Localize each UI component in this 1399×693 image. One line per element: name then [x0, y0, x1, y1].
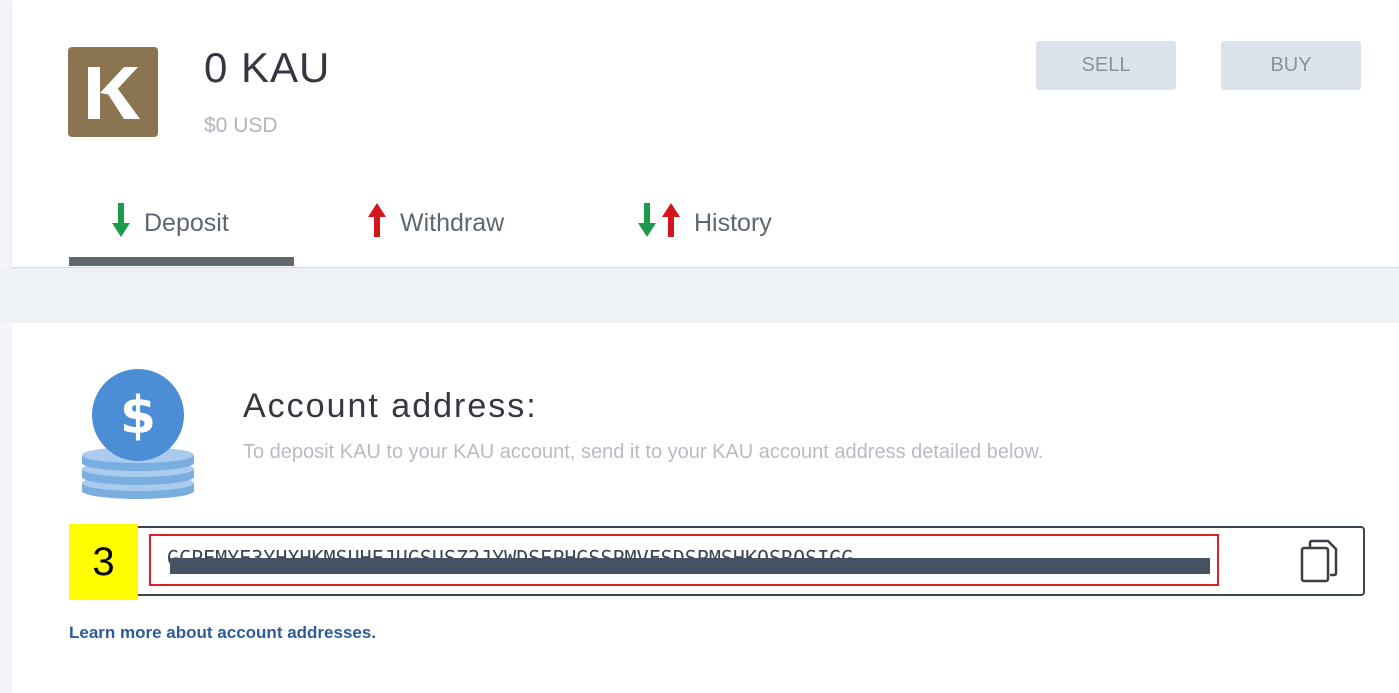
deposit-panel: $ Account address: To deposit KAU to you…	[12, 323, 1399, 693]
account-address-field[interactable]: GCPEMYE3YHXHKMSUHEJUGSUSZ2JYWDSEPHGSSPMV…	[69, 526, 1365, 596]
tab-withdraw[interactable]: Withdraw	[368, 198, 504, 248]
kau-logo-icon	[68, 47, 158, 137]
active-tab-indicator	[69, 257, 294, 266]
arrow-down-icon	[638, 202, 656, 244]
asset-header-card: 0 KAU $0 USD SELL BUY Deposit Withdraw H…	[12, 0, 1399, 268]
tab-history[interactable]: History	[638, 198, 772, 248]
address-highlight-box: GCPEMYE3YHXHKMSUHEJUGSUSZ2JYWDSEPHGSSPMV…	[149, 534, 1219, 586]
coin-stack-icon: $	[78, 365, 198, 506]
sell-button[interactable]: SELL	[1036, 41, 1176, 90]
account-address-description: To deposit KAU to your KAU account, send…	[243, 441, 1044, 463]
balance-usd: $0 USD	[204, 114, 278, 137]
section-divider	[0, 268, 1399, 322]
address-redaction-bar	[170, 558, 1210, 574]
arrow-up-icon	[662, 202, 680, 244]
tab-label: Withdraw	[400, 208, 505, 237]
step-marker: 3	[69, 524, 138, 600]
balance-amount: 0 KAU	[204, 44, 331, 91]
learn-more-link[interactable]: Learn more about account addresses.	[69, 623, 376, 643]
copy-icon[interactable]	[1300, 539, 1338, 588]
arrow-down-icon	[112, 202, 130, 244]
buy-button[interactable]: BUY	[1221, 41, 1361, 90]
tab-label: History	[694, 208, 772, 237]
arrow-up-icon	[368, 202, 386, 244]
svg-text:$: $	[120, 386, 156, 446]
tab-deposit[interactable]: Deposit	[112, 198, 229, 248]
account-address-title: Account address:	[243, 387, 538, 425]
tab-label: Deposit	[144, 208, 229, 237]
